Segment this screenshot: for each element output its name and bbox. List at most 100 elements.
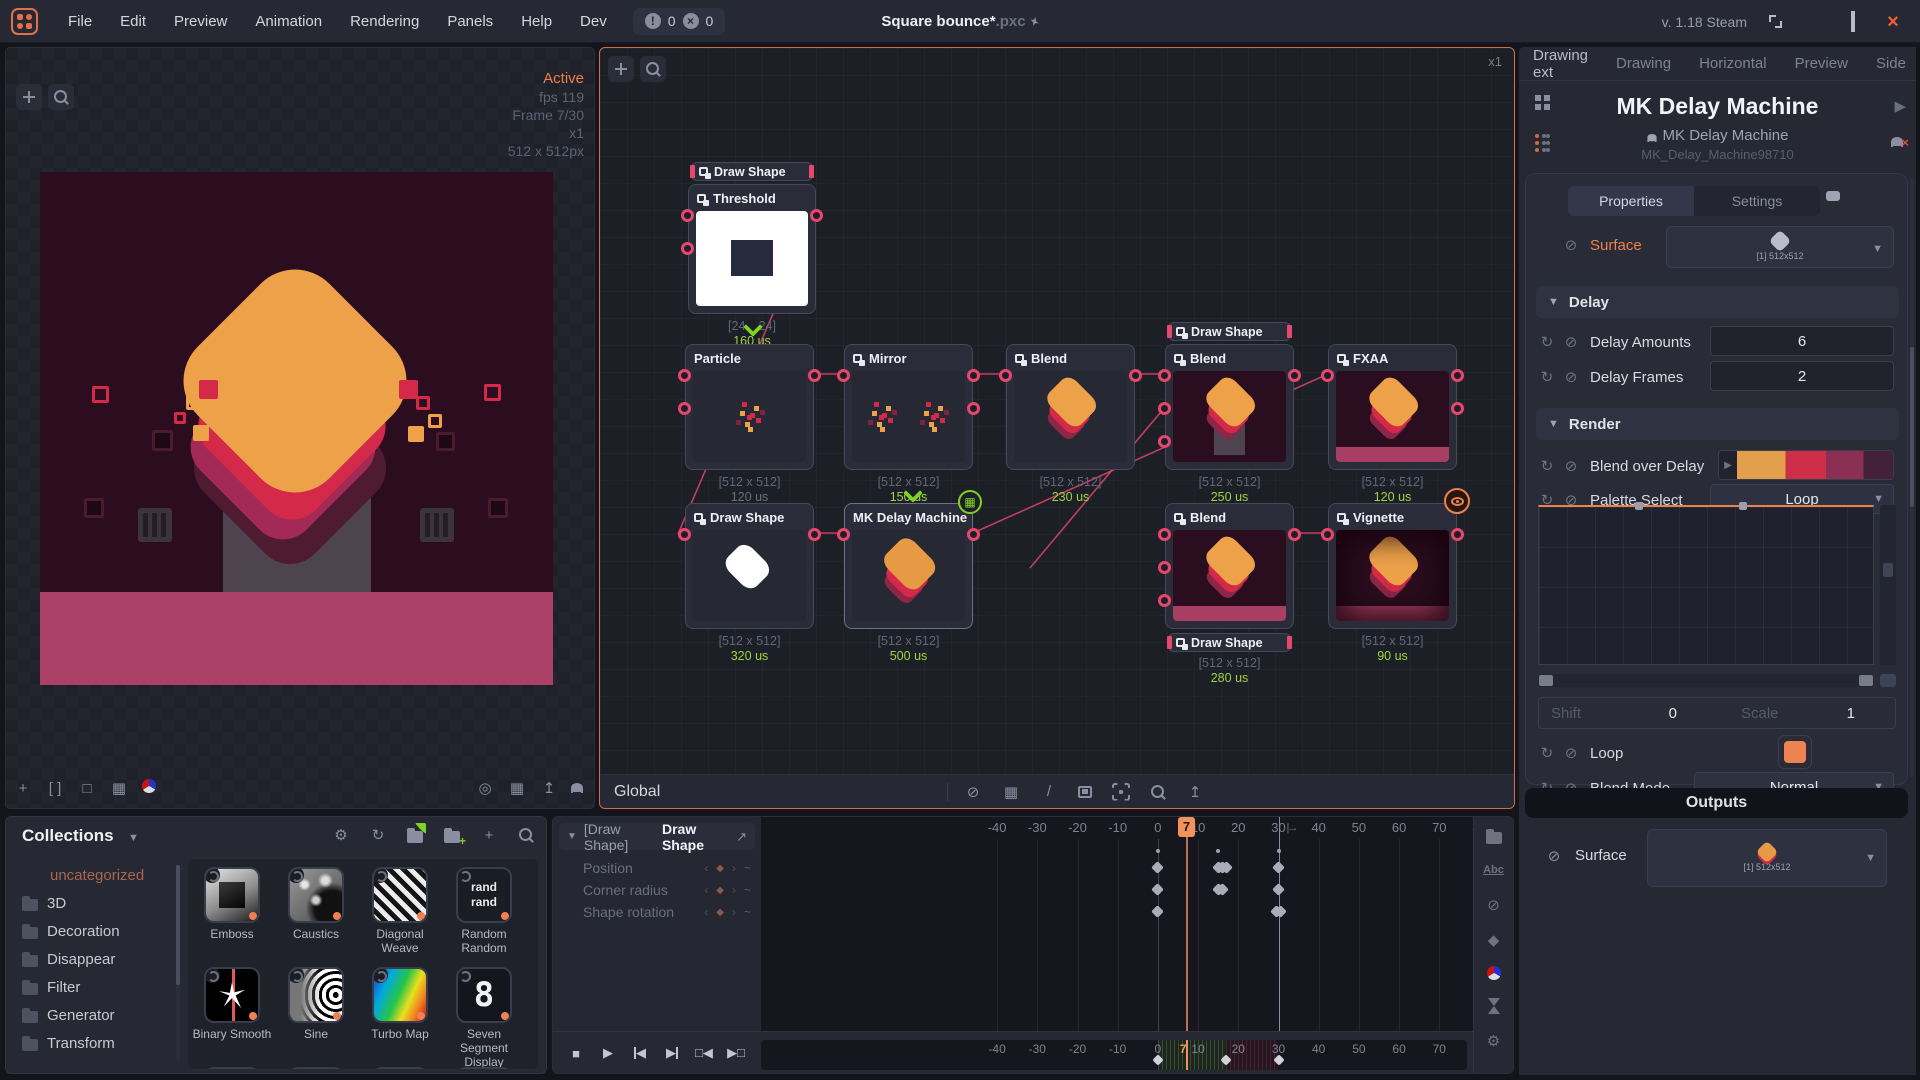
folder-uncategorized[interactable]: uncategorized	[14, 861, 172, 889]
menu-item-file[interactable]: File	[54, 7, 106, 36]
mini-timeline[interactable]: -40-30-20-100102030405060708090100110120…	[761, 1040, 1467, 1070]
inspector-scrollbar[interactable]	[1910, 177, 1914, 777]
transport-play-button[interactable]: ▶	[595, 1040, 621, 1066]
folders-scrollbar[interactable]	[176, 865, 180, 1061]
collection-item-diagonal-weave[interactable]: Diagonal Weave	[358, 865, 442, 965]
add-key-icon[interactable]: ◆	[716, 907, 724, 918]
node-mk-delay-machine[interactable]: MK Delay Machine	[844, 503, 973, 629]
workspace-tab-drawing[interactable]: Drawing	[1602, 55, 1685, 72]
playhead-badge[interactable]: 7	[1178, 817, 1195, 837]
blend-over-delay-gradient[interactable]: ▶	[1718, 450, 1894, 480]
output-port[interactable]	[1288, 528, 1301, 541]
node-blend[interactable]: Blend	[1006, 344, 1135, 470]
input-port[interactable]	[999, 369, 1012, 382]
unlink-icon[interactable]: ⊘	[1562, 368, 1580, 386]
maximize-button[interactable]	[1844, 13, 1862, 31]
input-port[interactable]	[678, 369, 691, 382]
transport-stop-button[interactable]: ■	[563, 1040, 589, 1066]
track-row-corner-radius[interactable]: Corner radius‹◆›~	[553, 879, 761, 901]
close-button[interactable]: ×	[1884, 12, 1902, 32]
folder-icon[interactable]	[1486, 832, 1502, 844]
unlink-icon[interactable]: ⊘	[1562, 457, 1580, 475]
plus-icon[interactable]: +	[480, 826, 498, 844]
record-icon[interactable]: ◎	[476, 779, 494, 797]
gear-icon[interactable]: ⚙	[1485, 1032, 1503, 1050]
toolbar-sync[interactable]: ↻	[368, 825, 388, 845]
reset-icon[interactable]: ↻	[1538, 368, 1556, 386]
input-port[interactable]	[678, 402, 691, 415]
output-surface-select[interactable]: [1] 512x512 ▼	[1647, 829, 1887, 887]
search-icon[interactable]	[1150, 784, 1166, 800]
surface-icon[interactable]: ⊘	[1485, 896, 1503, 914]
collection-item-random-random[interactable]: rand randRandom Random	[442, 865, 526, 965]
node-vignette[interactable]: Vignette	[1328, 503, 1457, 629]
curve-icon[interactable]: ~	[744, 861, 751, 875]
scroll-handle-right[interactable]	[1859, 675, 1873, 686]
center-icon[interactable]	[1112, 783, 1130, 801]
prev-key-icon[interactable]: ‹	[704, 905, 708, 919]
workspace-tab-side[interactable]: Side	[1862, 55, 1920, 72]
menu-item-dev[interactable]: Dev	[566, 7, 621, 36]
prev-key-icon[interactable]: ‹	[704, 861, 708, 875]
track-row-position[interactable]: Position‹◆›~	[553, 857, 761, 879]
alpha-curve-editor[interactable]	[1538, 505, 1874, 665]
output-port[interactable]	[808, 528, 821, 541]
curve-scroll-button[interactable]	[1880, 674, 1896, 687]
folder-disappear[interactable]: Disappear	[14, 945, 172, 973]
keyframe-diamond[interactable]	[1272, 861, 1285, 874]
menu-item-help[interactable]: Help	[507, 7, 566, 36]
transport-frame-back-button[interactable]: □◀	[691, 1040, 717, 1066]
input-port[interactable]	[1158, 369, 1171, 382]
render-section-header[interactable]: ▼Render	[1536, 408, 1899, 440]
output-port[interactable]	[1129, 369, 1142, 382]
node-mirror[interactable]: Mirror	[844, 344, 973, 470]
grid-icon[interactable]: ▦	[508, 779, 526, 797]
add-icon[interactable]: +	[14, 779, 32, 797]
surface-input-select[interactable]: [1] 512x512 ▼	[1666, 226, 1894, 268]
input-port[interactable]	[1158, 435, 1171, 448]
input-port[interactable]	[1321, 369, 1334, 382]
scroll-handle-left[interactable]	[1539, 675, 1553, 686]
delay-frames-field[interactable]: 2	[1710, 361, 1894, 391]
fullscreen-button[interactable]	[1769, 15, 1782, 28]
node-blend[interactable]: Blend	[1165, 503, 1294, 629]
next-key-icon[interactable]: ›	[732, 861, 736, 875]
transport-skip-start-button[interactable]: ◀	[627, 1040, 653, 1066]
folder-decoration[interactable]: Decoration	[14, 917, 172, 945]
timer-icon[interactable]	[1485, 997, 1503, 1015]
output-port[interactable]	[1288, 369, 1301, 382]
zoom-tool-button[interactable]	[48, 84, 74, 110]
grid-settings-icon[interactable]: ▦	[1002, 783, 1020, 801]
input-port[interactable]	[837, 528, 850, 541]
collection-item-sine[interactable]: Sine	[274, 965, 358, 1065]
unlink-icon[interactable]: ⊘	[1562, 744, 1580, 762]
folder-3d[interactable]: 3D	[14, 889, 172, 917]
graph-pan-button[interactable]	[608, 56, 634, 82]
graph-zoom-button[interactable]	[640, 56, 666, 82]
unlock-icon[interactable]	[1892, 138, 1902, 146]
curve-icon[interactable]: ~	[744, 905, 751, 919]
curve-icon[interactable]: ~	[744, 883, 751, 897]
collapse-icon[interactable]: ▼	[567, 831, 577, 842]
shift-scale-row[interactable]: Shift 0 Scale 1	[1538, 697, 1896, 729]
workspace-tab-drawing-ext[interactable]: Drawing ext	[1519, 47, 1602, 81]
unlink-icon[interactable]: ⊘	[1562, 333, 1580, 351]
collection-item[interactable]	[274, 1065, 358, 1069]
collection-item-caustics[interactable]: Caustics	[274, 865, 358, 965]
node-graph-panel[interactable]: x1 ThresholdDraw Shape[24 x 24]160 usPar…	[599, 47, 1515, 809]
node-fxaa[interactable]: FXAA	[1328, 344, 1457, 470]
toolbar-gear[interactable]: ⚙	[331, 825, 351, 845]
scale-value[interactable]: 1	[1807, 705, 1895, 722]
toolbar-search[interactable]	[516, 825, 536, 845]
workspace-tab-horizontal[interactable]: Horizontal	[1685, 55, 1781, 72]
folder-add-icon[interactable]	[444, 831, 460, 843]
collection-item-binary-smooth[interactable]: Binary Smooth	[190, 965, 274, 1065]
line-icon[interactable]: /	[1040, 783, 1058, 801]
transport-skip-end-button[interactable]: ▶	[659, 1040, 685, 1066]
square-icon[interactable]: □	[78, 779, 96, 797]
toolbar-folder-add[interactable]: +	[442, 825, 462, 845]
input-port[interactable]	[1321, 528, 1334, 541]
prev-key-icon[interactable]: ‹	[704, 883, 708, 897]
keyframe-diamond[interactable]	[1152, 861, 1165, 874]
collection-item[interactable]	[190, 1065, 274, 1069]
